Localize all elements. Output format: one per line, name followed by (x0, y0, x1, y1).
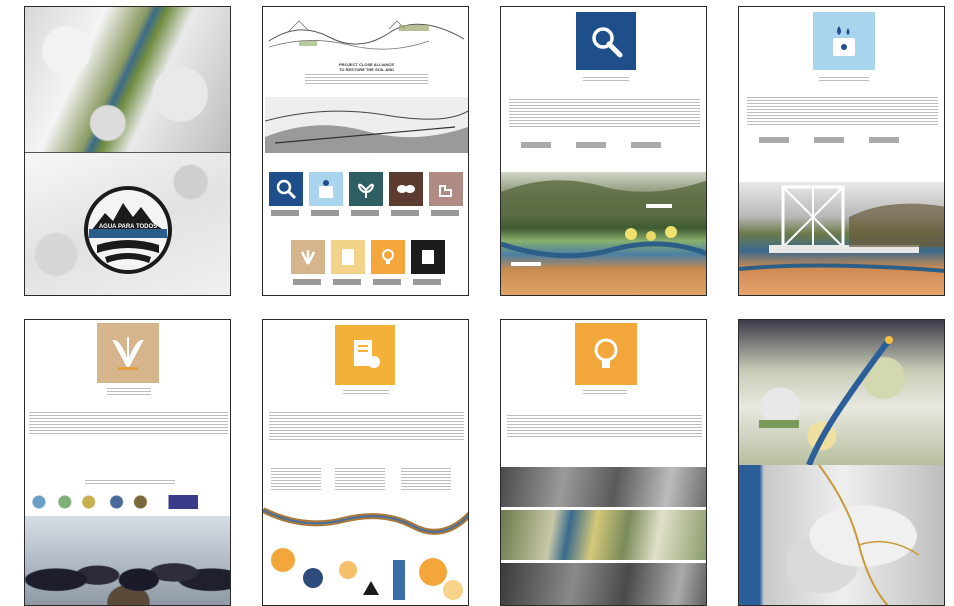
document-icon (335, 325, 395, 385)
aerial-strip-3 (501, 563, 706, 605)
section-title (343, 390, 389, 396)
body-text (509, 99, 700, 127)
body-text-2 (759, 137, 924, 143)
body-text (29, 412, 228, 436)
aerial-strip-1 (501, 467, 706, 507)
grid-labels-row-2 (293, 279, 443, 285)
bridge-detail (739, 185, 944, 273)
page-thumbnail-4[interactable] (738, 6, 945, 296)
grid-handshake-icon (389, 172, 423, 206)
partners-caption (85, 480, 175, 485)
grid-hand-icon (429, 172, 463, 206)
column-text-3 (401, 468, 451, 492)
aerial-strip-2 (501, 510, 706, 560)
map-river-network (818, 465, 920, 605)
body-text (269, 412, 464, 440)
column-text-1 (271, 468, 321, 492)
water-drops-icon (813, 12, 875, 70)
column-text-2 (335, 468, 385, 492)
body-text-2 (521, 142, 686, 148)
section-title (583, 390, 627, 396)
partner-logos-row (29, 495, 228, 509)
page-thumbnail-8[interactable] (738, 319, 945, 606)
grid-leaf-flare-icon (291, 240, 325, 274)
grid-water-icon (309, 172, 343, 206)
title-line-2: TO RESTORE THE SOIL AND (339, 67, 394, 72)
group-photo (25, 516, 230, 605)
magnifier-icon (576, 12, 636, 70)
section-title (583, 77, 629, 83)
lightbulb-icon (575, 323, 637, 385)
body-text (507, 415, 702, 437)
page-thumbnail-3[interactable] (500, 6, 707, 296)
grid-document-icon (331, 240, 365, 274)
page-thumbnail-2[interactable]: PROJECT CLOSE ALLIANCE TO RESTORE THE SO… (262, 6, 469, 296)
grid-labels-row-1 (271, 210, 461, 216)
aerial-terrain-photo (25, 7, 230, 152)
landscape-detail (501, 180, 706, 266)
logo-text: AGUA PARA TODOS (98, 224, 158, 230)
grid-caption: · · · · · · · (360, 156, 373, 160)
river-illustration (263, 507, 468, 600)
leaf-flare-icon (97, 323, 159, 383)
bridge-sketch (265, 97, 468, 153)
grid-lightbulb-icon (371, 240, 405, 274)
grid-frame-icon (411, 240, 445, 274)
page-thumbnail-6[interactable] (262, 319, 469, 606)
section-title (107, 388, 151, 396)
grid-sprout-icon (349, 172, 383, 206)
title-line-1: PROJECT CLOSE ALLIANCE (339, 62, 394, 67)
page-thumbnail-5[interactable] (24, 319, 231, 606)
section-title (819, 77, 869, 83)
mountain-logo (84, 186, 172, 274)
river-path (759, 336, 893, 465)
title-body-text (305, 74, 428, 86)
page-thumbnail-1[interactable]: AGUA PARA TODOS (24, 6, 231, 296)
grid-magnifier-icon (269, 172, 303, 206)
body-text (747, 97, 938, 125)
title-sketch (269, 20, 464, 50)
page-thumbnail-7[interactable] (500, 319, 707, 606)
